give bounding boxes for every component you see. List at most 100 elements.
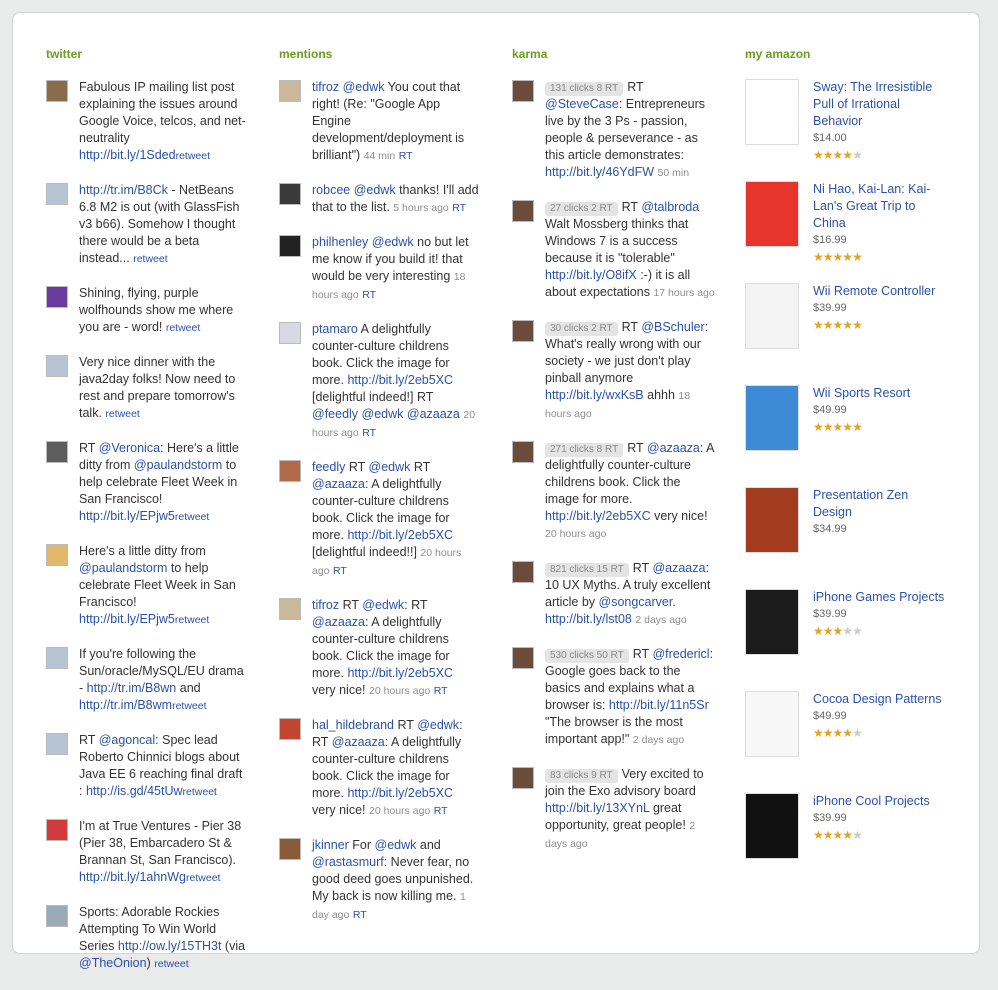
tweet-link[interactable]: philhenley	[312, 235, 368, 249]
product-cover-image[interactable]	[745, 79, 799, 145]
tweet-link[interactable]: http://bit.ly/46YdFW	[545, 165, 654, 179]
tweet-link[interactable]: @Veronica	[99, 441, 160, 455]
product-cover-image[interactable]	[745, 487, 799, 553]
tweet-link[interactable]: tifroz	[312, 80, 339, 94]
retweet-link[interactable]: RT	[434, 805, 448, 817]
retweet-link[interactable]: RT	[434, 685, 448, 697]
tweet-link[interactable]: @edwk	[362, 598, 404, 612]
user-avatar[interactable]	[279, 718, 301, 740]
user-avatar[interactable]	[512, 647, 534, 669]
tweet-link[interactable]: feedly	[312, 460, 345, 474]
product-cover-image[interactable]	[745, 181, 799, 247]
retweet-link[interactable]: RT	[362, 427, 376, 439]
tweet-link[interactable]: @edwk	[362, 407, 404, 421]
retweet-link[interactable]: RT	[399, 150, 413, 162]
user-avatar[interactable]	[46, 441, 68, 463]
tweet-link[interactable]: @paulandstorm	[79, 561, 167, 575]
user-avatar[interactable]	[279, 838, 301, 860]
product-title-link[interactable]: iPhone Games Projects	[813, 589, 944, 606]
tweet-link[interactable]: @azaaza	[312, 477, 365, 491]
tweet-link[interactable]: @azaaza	[407, 407, 460, 421]
retweet-link[interactable]: retweet	[175, 614, 209, 626]
tweet-link[interactable]: http://ow.ly/15TH3t	[118, 939, 222, 953]
tweet-link[interactable]: tifroz	[312, 598, 339, 612]
user-avatar[interactable]	[512, 80, 534, 102]
retweet-link[interactable]: RT	[333, 565, 347, 577]
retweet-link[interactable]: retweet	[166, 322, 200, 334]
user-avatar[interactable]	[279, 598, 301, 620]
tweet-link[interactable]: http://bit.ly/wxKsB	[545, 388, 644, 402]
product-title-link[interactable]: Ni Hao, Kai-Lan: Kai-Lan's Great Trip to…	[813, 181, 950, 232]
retweet-link[interactable]: retweet	[176, 150, 210, 162]
tweet-link[interactable]: @edwk	[354, 183, 396, 197]
user-avatar[interactable]	[46, 647, 68, 669]
tweet-link[interactable]: http://bit.ly/2eb5XC	[347, 373, 453, 387]
user-avatar[interactable]	[279, 183, 301, 205]
tweet-link[interactable]: http://bit.ly/EPjw5	[79, 612, 175, 626]
user-avatar[interactable]	[46, 355, 68, 377]
tweet-link[interactable]: http://bit.ly/O8ifX	[545, 268, 637, 282]
tweet-link[interactable]: http://bit.ly/11n5Sr	[609, 698, 709, 712]
product-title-link[interactable]: Presentation Zen Design	[813, 487, 950, 521]
tweet-link[interactable]: @azaaza	[652, 561, 705, 575]
retweet-link[interactable]: RT	[452, 202, 466, 214]
retweet-link[interactable]: RT	[362, 289, 376, 301]
user-avatar[interactable]	[46, 183, 68, 205]
tweet-link[interactable]: @rastasmurf	[312, 855, 384, 869]
product-title-link[interactable]: iPhone Cool Projects	[813, 793, 930, 810]
tweet-link[interactable]: jkinner	[312, 838, 349, 852]
user-avatar[interactable]	[46, 544, 68, 566]
tweet-link[interactable]: http://tr.im/B8Ck	[79, 183, 168, 197]
tweet-link[interactable]: @edwk	[417, 718, 459, 732]
tweet-link[interactable]: @TheOnion	[79, 956, 147, 970]
user-avatar[interactable]	[46, 80, 68, 102]
retweet-link[interactable]: retweet	[172, 700, 206, 712]
tweet-link[interactable]: @azaaza	[647, 441, 700, 455]
user-avatar[interactable]	[279, 322, 301, 344]
tweet-link[interactable]: http://bit.ly/2eb5XC	[347, 786, 453, 800]
tweet-link[interactable]: http://bit.ly/2eb5XC	[347, 666, 453, 680]
user-avatar[interactable]	[46, 286, 68, 308]
user-avatar[interactable]	[512, 320, 534, 342]
tweet-link[interactable]: http://bit.ly/2eb5XC	[347, 528, 453, 542]
retweet-link[interactable]: RT	[353, 909, 367, 921]
product-cover-image[interactable]	[745, 691, 799, 757]
tweet-link[interactable]: @edwk	[372, 235, 414, 249]
tweet-link[interactable]: @songcarver	[599, 595, 673, 609]
user-avatar[interactable]	[512, 561, 534, 583]
tweet-link[interactable]: hal_hildebrand	[312, 718, 394, 732]
retweet-link[interactable]: retweet	[175, 511, 209, 523]
tweet-link[interactable]: @feedly	[312, 407, 358, 421]
product-cover-image[interactable]	[745, 283, 799, 349]
user-avatar[interactable]	[46, 819, 68, 841]
user-avatar[interactable]	[512, 767, 534, 789]
tweet-link[interactable]: @talbroda	[641, 200, 699, 214]
tweet-link[interactable]: @agoncal	[99, 733, 155, 747]
tweet-link[interactable]: @edwk	[369, 460, 411, 474]
retweet-link[interactable]: retweet	[105, 408, 139, 420]
tweet-link[interactable]: @fredericl	[652, 647, 709, 661]
product-title-link[interactable]: Wii Sports Resort	[813, 385, 910, 402]
retweet-link[interactable]: retweet	[186, 872, 220, 884]
tweet-link[interactable]: robcee	[312, 183, 350, 197]
user-avatar[interactable]	[512, 441, 534, 463]
user-avatar[interactable]	[279, 235, 301, 257]
tweet-link[interactable]: http://bit.ly/13XYnL	[545, 801, 649, 815]
user-avatar[interactable]	[279, 80, 301, 102]
retweet-link[interactable]: retweet	[154, 958, 188, 970]
tweet-link[interactable]: http://bit.ly/lst08	[545, 612, 632, 626]
tweet-link[interactable]: @edwk	[343, 80, 385, 94]
user-avatar[interactable]	[512, 200, 534, 222]
user-avatar[interactable]	[46, 905, 68, 927]
product-cover-image[interactable]	[745, 385, 799, 451]
tweet-link[interactable]: http://bit.ly/EPjw5	[79, 509, 175, 523]
product-title-link[interactable]: Wii Remote Controller	[813, 283, 935, 300]
tweet-link[interactable]: ptamaro	[312, 322, 358, 336]
tweet-link[interactable]: @azaaza	[332, 735, 385, 749]
tweet-link[interactable]: http://tr.im/B8wn	[87, 681, 177, 695]
tweet-link[interactable]: @paulandstorm	[134, 458, 222, 472]
tweet-link[interactable]: http://bit.ly/2eb5XC	[545, 509, 651, 523]
retweet-link[interactable]: retweet	[183, 786, 217, 798]
tweet-link[interactable]: @edwk	[375, 838, 417, 852]
tweet-link[interactable]: http://tr.im/B8wm	[79, 698, 172, 712]
